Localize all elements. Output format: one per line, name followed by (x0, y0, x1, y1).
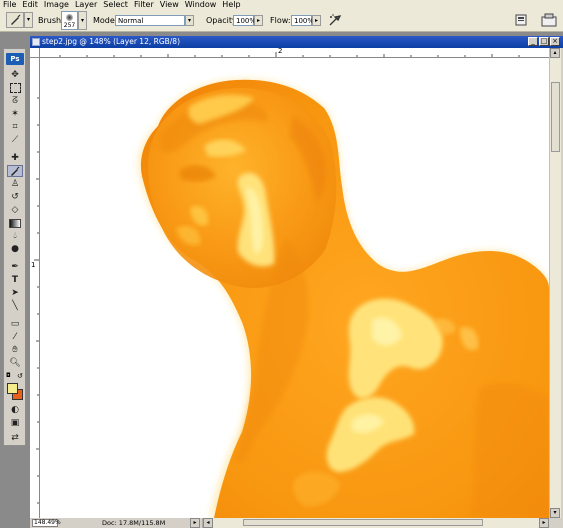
blur-tool-icon[interactable]: 💧︎ (7, 230, 23, 242)
scroll-up-icon[interactable]: ▴ (550, 48, 560, 58)
healing-brush-tool-icon[interactable]: ✚ (7, 152, 23, 164)
flow-label: Flow: (270, 16, 291, 25)
menu-window[interactable]: Window (185, 0, 217, 10)
brush-tool-icon (6, 12, 24, 28)
screen-mode-icon[interactable]: ▣ (7, 417, 23, 429)
flow-field[interactable]: 100% ▸ (291, 15, 321, 26)
minimize-icon[interactable]: _ (528, 37, 538, 46)
zoom-tool-icon[interactable]: 🔍︎ (7, 357, 23, 369)
menu-view[interactable]: View (160, 0, 179, 10)
marquee-tool-icon[interactable] (7, 82, 23, 94)
ruler-top[interactable]: 2 (40, 48, 549, 58)
zoom-level-field[interactable]: 148.49% (32, 519, 61, 527)
jump-to-imageready-icon[interactable]: ⇄ (7, 432, 23, 444)
lasso-tool-icon[interactable]: ᘔ (7, 95, 23, 107)
hand-tool-icon[interactable]: ✋︎ (7, 344, 23, 356)
crop-tool-icon[interactable]: ⌗ (7, 121, 23, 133)
document-title: step2.jpg @ 148% (Layer 12, RGB/8) (42, 37, 181, 46)
menu-image[interactable]: Image (44, 0, 69, 10)
mode-value: Normal (115, 15, 185, 26)
path-selection-tool-icon[interactable]: ➤ (7, 287, 23, 299)
file-browser-icon[interactable] (515, 14, 527, 26)
maximize-icon[interactable]: □ (539, 37, 549, 46)
quick-mask-icon[interactable]: ◐ (7, 404, 23, 416)
close-icon[interactable]: × (550, 37, 560, 46)
type-tool-icon[interactable]: T (7, 274, 23, 286)
eyedropper-tool-icon[interactable]: ⁄ (7, 331, 23, 343)
status-bar: 148.49% Doc: 17.8M/115.8M ▸ ◂ ▸ (30, 518, 563, 528)
tool-preset-picker[interactable]: ▾ (6, 12, 33, 28)
slice-tool-icon[interactable]: ⟋ (7, 134, 23, 146)
status-menu-icon[interactable]: ▸ (190, 518, 200, 528)
document-icon (32, 38, 40, 46)
foreground-color-swatch[interactable] (7, 383, 18, 394)
ruler-left-label: 1 (31, 261, 36, 269)
menu-filter[interactable]: Filter (134, 0, 154, 10)
brush-preview: 257 (61, 11, 78, 30)
pen-tool-icon[interactable]: ✒ (7, 261, 23, 273)
magic-wand-tool-icon[interactable]: ✶ (7, 108, 23, 120)
brush-tip-icon (66, 14, 73, 21)
swap-colors-icon[interactable]: ↺ (17, 372, 23, 380)
photoshop-logo[interactable]: Ps (6, 53, 24, 65)
dodge-tool-icon[interactable]: ● (7, 243, 23, 255)
opacity-value[interactable]: 100% (233, 15, 256, 26)
flow-value[interactable]: 100% (291, 15, 314, 26)
opacity-field[interactable]: 100% ▸ (233, 15, 263, 26)
ruler-left[interactable]: 1 (30, 58, 40, 518)
menu-edit[interactable]: Edit (22, 0, 38, 10)
move-tool-icon[interactable]: ✥ (7, 69, 23, 81)
options-bar: ▾ Brush: 257 ▾ Mode: Normal ▾ Opacity: 1… (0, 10, 563, 32)
ruler-origin[interactable] (30, 48, 40, 58)
history-brush-tool-icon[interactable]: ↺ (7, 191, 23, 203)
ruler-top-label: 2 (278, 48, 283, 55)
chevron-right-icon[interactable]: ▸ (254, 15, 263, 26)
scroll-right-icon[interactable]: ▸ (539, 518, 549, 528)
brush-picker[interactable]: 257 ▾ (61, 11, 87, 30)
chevron-down-icon[interactable]: ▾ (24, 12, 33, 28)
vertical-scrollbar[interactable]: ▴ ▾ (549, 48, 561, 518)
chevron-right-icon[interactable]: ▸ (312, 15, 321, 26)
brush-label: Brush: (38, 16, 64, 25)
document-title-bar[interactable]: step2.jpg @ 148% (Layer 12, RGB/8) _ □ × (30, 36, 563, 48)
eraser-tool-icon[interactable]: ◇ (7, 204, 23, 216)
mode-label: Mode: (93, 16, 118, 25)
document-size-info: Doc: 17.8M/115.8M (102, 519, 166, 527)
menu-help[interactable]: Help (222, 0, 240, 10)
menu-layer[interactable]: Layer (75, 0, 97, 10)
scroll-left-icon[interactable]: ◂ (203, 518, 213, 528)
image-canvas[interactable] (40, 58, 549, 518)
vertical-scroll-thumb[interactable] (551, 82, 560, 152)
airbrush-icon[interactable] (328, 13, 342, 27)
menu-select[interactable]: Select (103, 0, 128, 10)
palette-well-icon[interactable] (541, 13, 557, 27)
scroll-down-icon[interactable]: ▾ (550, 508, 560, 518)
document-window: step2.jpg @ 148% (Layer 12, RGB/8) _ □ ×… (30, 36, 563, 528)
horizontal-scroll-thumb[interactable] (243, 519, 483, 526)
mode-select[interactable]: Normal ▾ (115, 15, 194, 26)
painted-figure (138, 79, 549, 518)
line-tool-icon[interactable]: ╲ (7, 300, 23, 312)
menu-file[interactable]: File (3, 0, 16, 10)
clone-stamp-tool-icon[interactable]: ♙ (7, 178, 23, 190)
menu-bar: File Edit Image Layer Select Filter View… (0, 0, 563, 10)
chevron-down-icon[interactable]: ▾ (185, 15, 194, 26)
toolbox: Ps ✥ ᘔ ✶ ⌗ ⟋ ✚ ♙ ↺ ◇ 💧︎ ● ✒ T ➤ ╲ ▭ ⁄ ✋︎… (3, 48, 26, 446)
horizontal-scrollbar[interactable]: ◂ ▸ (202, 518, 549, 528)
chevron-down-icon[interactable]: ▾ (78, 11, 87, 30)
brush-tool-icon[interactable] (7, 165, 23, 177)
brush-size: 257 (63, 22, 76, 29)
gradient-tool-icon[interactable] (7, 217, 23, 229)
notes-tool-icon[interactable]: ▭ (7, 318, 23, 330)
default-colors-icon[interactable]: ◘ (6, 372, 11, 379)
